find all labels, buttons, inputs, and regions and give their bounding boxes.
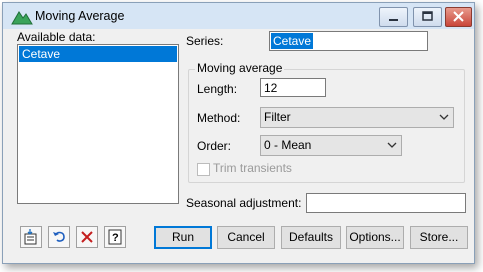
maximize-icon bbox=[422, 11, 433, 21]
seasonal-adjustment-label: Seasonal adjustment: bbox=[186, 196, 302, 210]
store-data-button[interactable] bbox=[20, 226, 42, 248]
store-button[interactable]: Store... bbox=[410, 226, 468, 249]
options-button[interactable]: Options... bbox=[346, 226, 404, 249]
order-value: 0 - Mean bbox=[264, 138, 312, 152]
trim-transients-label: Trim transients bbox=[213, 161, 292, 175]
method-dropdown[interactable]: Filter bbox=[260, 107, 454, 128]
run-button[interactable]: Run bbox=[154, 226, 212, 249]
chevron-down-icon bbox=[439, 114, 449, 120]
moving-average-group-label: Moving average bbox=[195, 61, 285, 75]
order-dropdown[interactable]: 0 - Mean bbox=[260, 135, 402, 156]
seasonal-adjustment-field[interactable] bbox=[306, 193, 466, 213]
method-label: Method: bbox=[197, 111, 241, 125]
minimize-button[interactable] bbox=[379, 7, 408, 27]
help-button[interactable]: ? bbox=[104, 226, 126, 248]
chevron-down-icon bbox=[387, 142, 397, 148]
undo-button[interactable] bbox=[48, 226, 70, 248]
defaults-button[interactable]: Defaults bbox=[281, 226, 341, 249]
list-item[interactable]: Cetave bbox=[19, 46, 177, 62]
series-field[interactable]: Cetave bbox=[269, 31, 428, 51]
series-value: Cetave bbox=[271, 33, 314, 49]
title-bar[interactable]: Moving Average bbox=[3, 3, 474, 29]
method-value: Filter bbox=[264, 110, 291, 124]
undo-icon bbox=[53, 231, 65, 242]
window-title: Moving Average bbox=[35, 9, 125, 23]
length-field[interactable]: 12 bbox=[260, 78, 326, 97]
trim-transients-checkbox[interactable] bbox=[197, 163, 210, 176]
maximize-button[interactable] bbox=[413, 7, 442, 27]
order-label: Order: bbox=[197, 139, 232, 153]
length-label: Length: bbox=[197, 82, 238, 96]
store-data-icon bbox=[24, 229, 37, 245]
svg-text:?: ? bbox=[112, 232, 119, 244]
clear-button[interactable] bbox=[76, 226, 98, 248]
available-data-list[interactable]: Cetave bbox=[17, 44, 179, 204]
close-button[interactable] bbox=[445, 7, 472, 27]
available-data-label: Available data: bbox=[17, 30, 96, 44]
cancel-button[interactable]: Cancel bbox=[217, 226, 275, 249]
help-icon: ? bbox=[108, 229, 122, 245]
moving-average-dialog: Moving Average Available data: Cetave Se… bbox=[2, 2, 475, 264]
moving-average-app-icon bbox=[11, 9, 33, 25]
series-label: Series: bbox=[186, 34, 224, 48]
close-icon bbox=[453, 11, 464, 22]
minimize-icon bbox=[389, 19, 398, 21]
clear-icon bbox=[81, 231, 93, 243]
